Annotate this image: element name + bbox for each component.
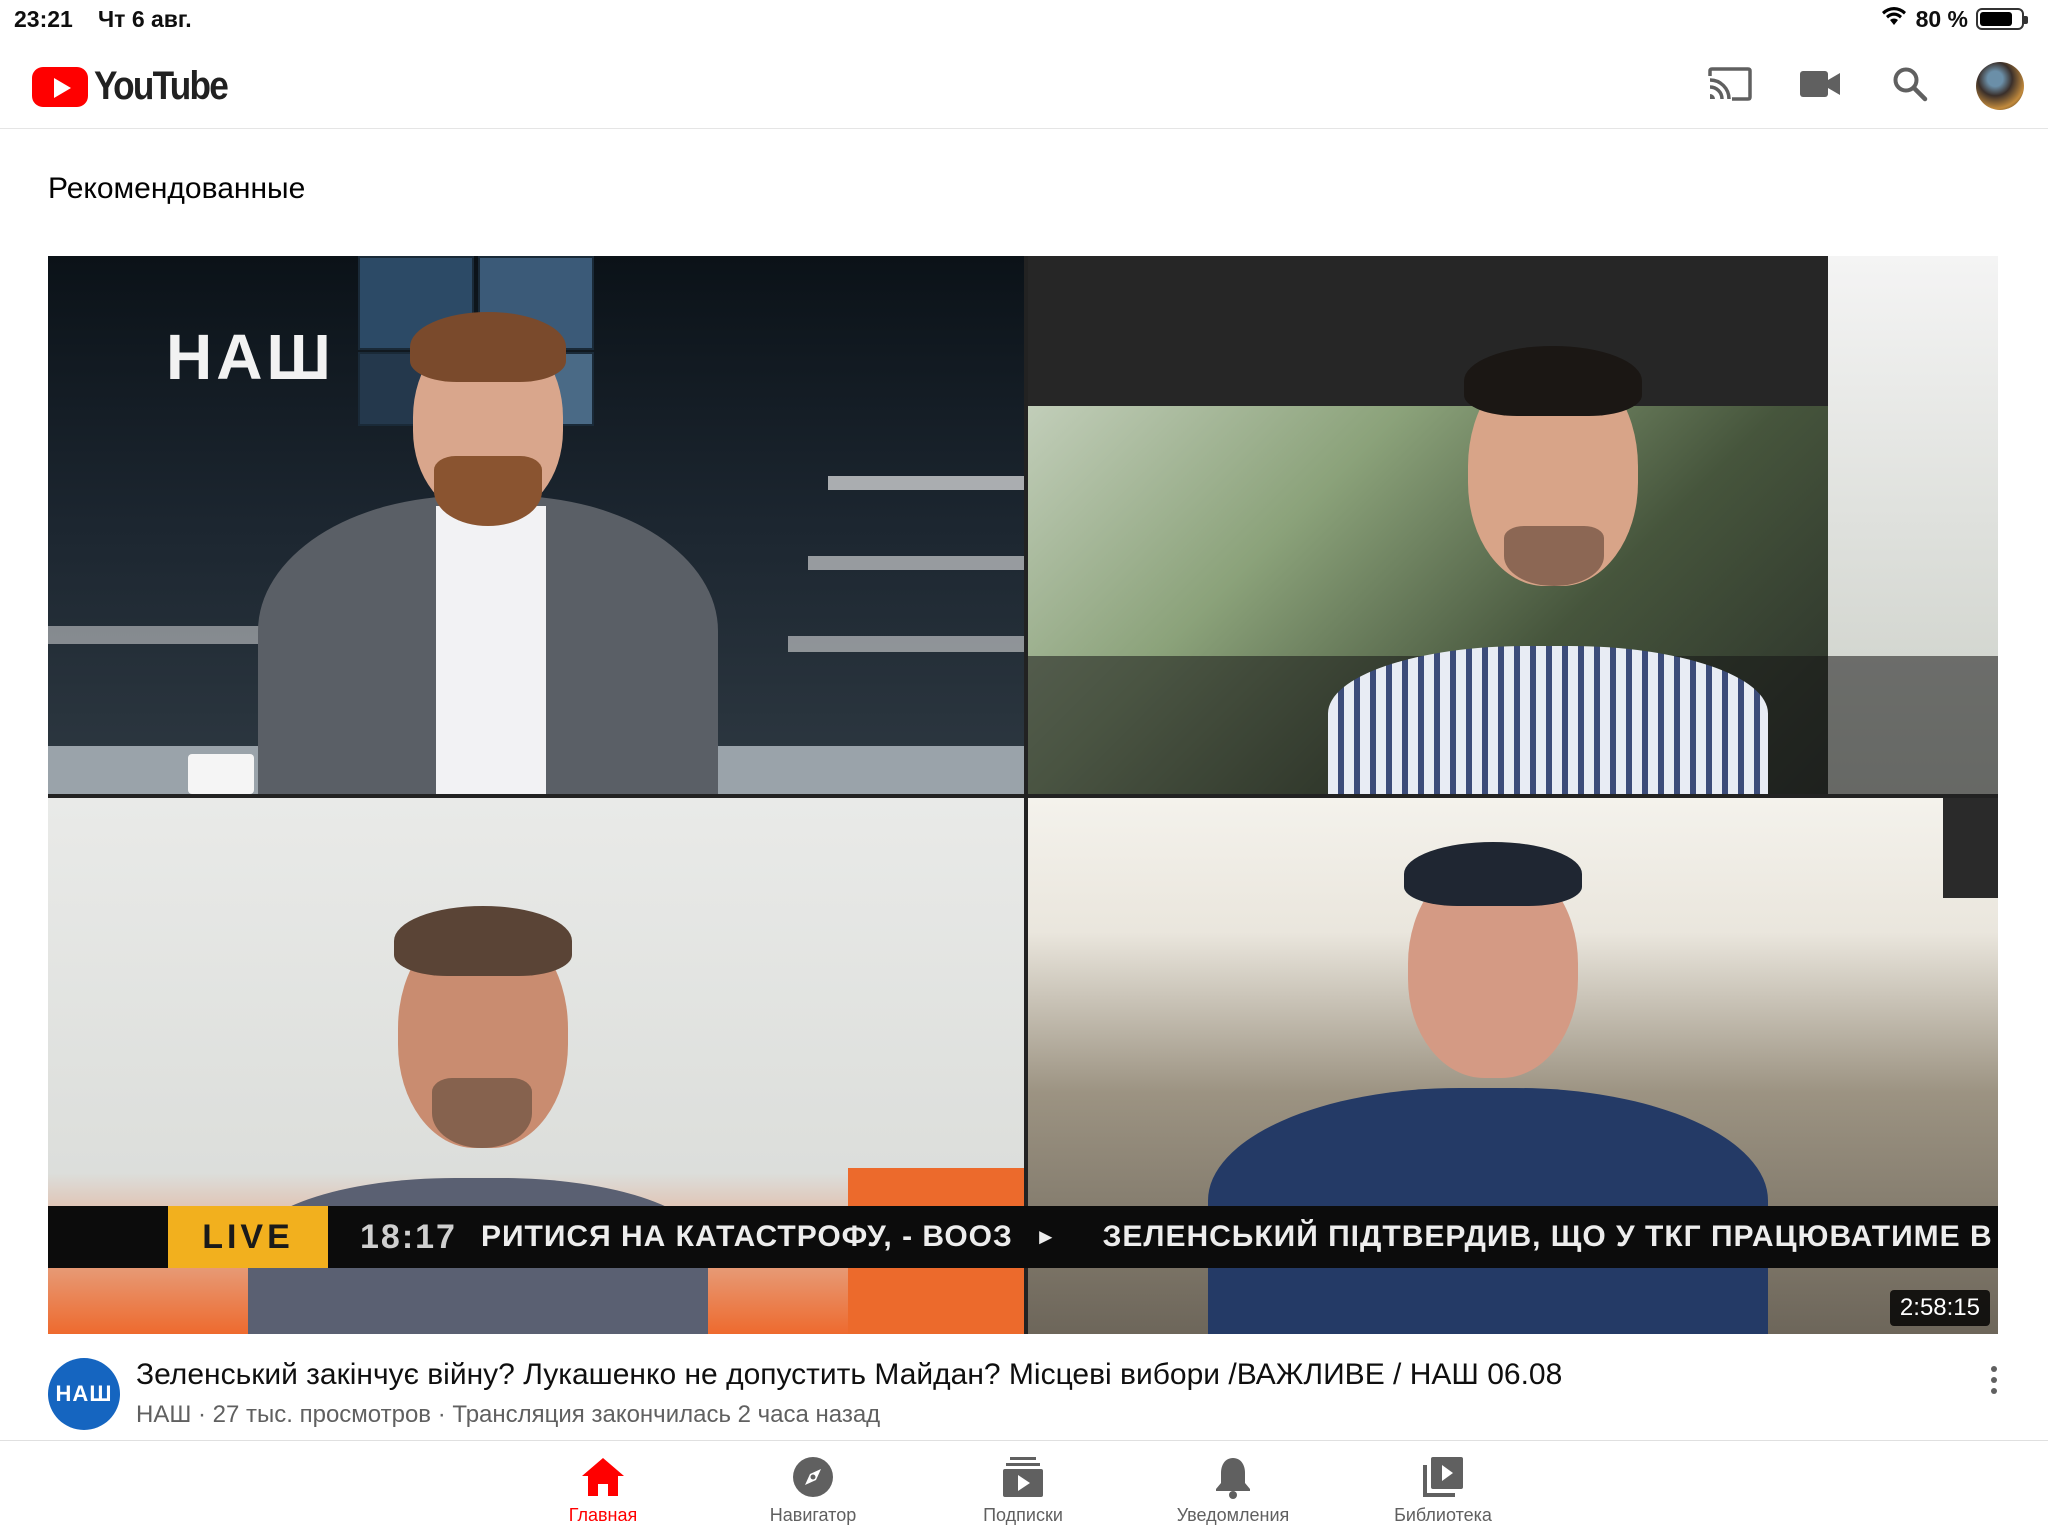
battery-percent: 80 % (1915, 5, 1968, 32)
nav-label-subscriptions: Подписки (983, 1505, 1063, 1525)
status-time: 23:21 (14, 6, 73, 32)
home-icon (579, 1453, 627, 1501)
nav-label-home: Главная (568, 1505, 638, 1525)
ticker-headline-2: ЗЕЛЕНСЬКИЙ ПІДТВЕРДИВ, ЩО У ТКГ ПРАЦЮВАТ… (1102, 1220, 1993, 1253)
account-avatar (1976, 62, 2024, 110)
header-actions (1706, 62, 2024, 110)
more-options-button[interactable] (1976, 1356, 2012, 1404)
nav-label-library: Библиотека (1394, 1505, 1492, 1525)
youtube-wordmark: YouTube (94, 64, 229, 108)
account-button[interactable] (1976, 62, 2024, 110)
nav-item-library[interactable]: Библиотека (1363, 1453, 1523, 1526)
battery-icon (1976, 8, 2028, 30)
youtube-play-icon (32, 66, 88, 107)
search-button[interactable] (1886, 62, 1934, 110)
ticker-arrow-icon: ► (1034, 1224, 1057, 1249)
nav-item-notifications[interactable]: Уведомления (1153, 1453, 1313, 1526)
app-header: YouTube (0, 40, 2048, 129)
status-date: Чт 6 авг. (98, 6, 192, 32)
video-title[interactable]: Зеленський закінчує війну? Лукашенко не … (136, 1358, 1562, 1392)
nav-item-explore[interactable]: Навигатор (733, 1453, 893, 1526)
nav-item-home[interactable]: Главная (523, 1453, 683, 1526)
video-thumbnail[interactable]: НАШ LIVE 18:17 РИТИСЯ НА КАТАСТРОФУ, - В… (48, 256, 1998, 1334)
create-video-button[interactable] (1796, 62, 1844, 110)
nav-item-subscriptions[interactable]: Подписки (943, 1453, 1103, 1526)
status-bar: 23:21 Чт 6 авг. 80 % (0, 0, 2048, 40)
cast-icon (1707, 66, 1753, 107)
more-vert-icon (1991, 1366, 1997, 1372)
subscriptions-icon (999, 1453, 1047, 1501)
compass-icon (789, 1453, 837, 1501)
ticker-live-badge: LIVE (168, 1206, 328, 1268)
cast-button[interactable] (1706, 62, 1754, 110)
ticker-headline-1: РИТИСЯ НА КАТАСТРОФУ, - ВООЗ (480, 1220, 1013, 1253)
search-icon (1892, 66, 1928, 107)
video-camera-icon (1800, 70, 1840, 102)
bottom-navigation: Главная Навигатор Подписки Уведомления Б… (0, 1440, 2048, 1537)
nav-label-notifications: Уведомления (1176, 1505, 1290, 1525)
youtube-logo[interactable]: YouTube (32, 64, 245, 109)
nav-label-explore: Навигатор (769, 1505, 857, 1525)
section-title: Рекомендованные (48, 172, 306, 205)
video-metadata: НАШ · 27 тыс. просмотров · Трансляция за… (136, 1401, 881, 1428)
news-ticker: LIVE 18:17 РИТИСЯ НА КАТАСТРОФУ, - ВООЗ … (48, 1206, 1998, 1268)
wifi-icon (1880, 5, 1908, 33)
channel-avatar[interactable]: НАШ (48, 1358, 120, 1430)
library-icon (1419, 1453, 1467, 1501)
video-duration-badge: 2:58:15 (1889, 1290, 1990, 1326)
thumbnail-pane-studio: НАШ (48, 256, 1024, 794)
bell-icon (1209, 1453, 1257, 1501)
thumbnail-pane-car (1028, 256, 1998, 794)
ticker-time: 18:17 (360, 1217, 457, 1256)
status-indicators: 80 % (1880, 5, 2028, 33)
